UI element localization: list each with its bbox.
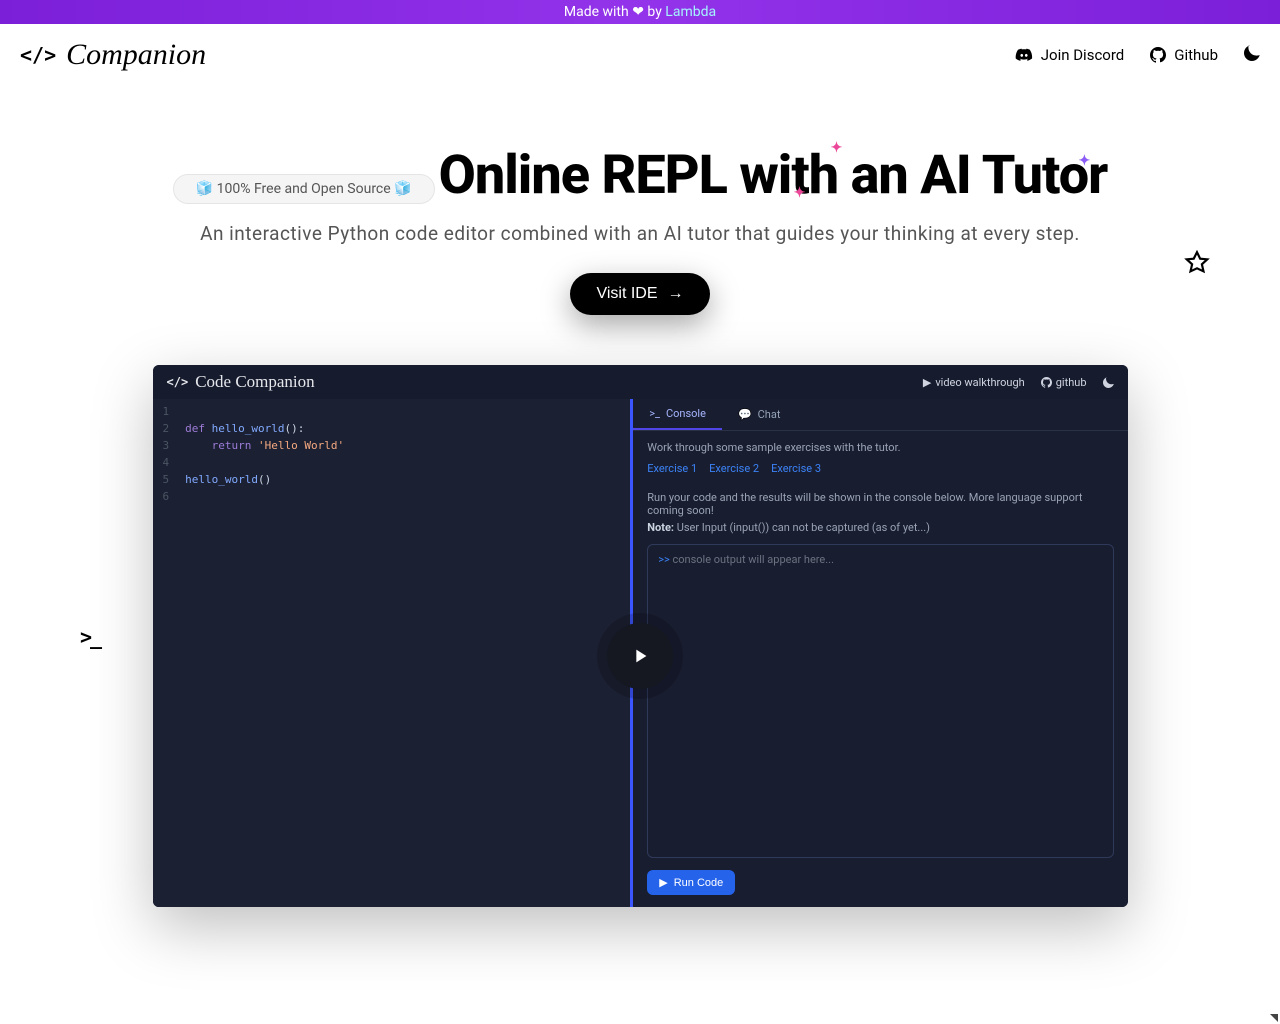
preview-github-link[interactable]: github — [1041, 376, 1087, 389]
theme-toggle[interactable] — [1244, 45, 1260, 65]
app-preview: </> Code Companion ▶ video walkthrough g… — [153, 365, 1128, 907]
panel-tabs: >_Console 💬Chat — [633, 399, 1127, 431]
brand-text: Companion — [66, 38, 206, 72]
hero: 🧊 100% Free and Open Source 🧊 Online REP… — [0, 86, 1280, 335]
discord-label: Join Discord — [1041, 46, 1125, 64]
cta-label: Visit IDE — [596, 285, 657, 303]
banner-link[interactable]: Lambda — [665, 4, 716, 20]
console-description: Run your code and the results will be sh… — [647, 491, 1113, 517]
tab-console[interactable]: >_Console — [633, 399, 722, 430]
arrow-right-icon: → — [668, 285, 684, 303]
console-output: >> console output will appear here... — [647, 544, 1113, 858]
exercise-hint: Work through some sample exercises with … — [647, 441, 1113, 454]
subheadline: An interactive Python code editor combin… — [20, 222, 1260, 245]
exercise-1-link[interactable]: Exercise 1 — [647, 462, 697, 475]
nav-right: Join Discord Github — [1015, 45, 1260, 65]
prompt-decor-icon: >_ — [80, 625, 100, 649]
console-note: Note: User Input (input()) can not be ca… — [647, 521, 1113, 534]
brand[interactable]: </> Companion — [20, 38, 206, 72]
github-icon — [1150, 47, 1166, 63]
banner-prefix: Made with — [564, 4, 632, 20]
scroll-indicator-icon — [1270, 1014, 1278, 1022]
discord-link[interactable]: Join Discord — [1015, 46, 1125, 64]
chat-icon: 💬 — [738, 408, 752, 421]
banner-by: by — [644, 4, 665, 20]
preview-brand-text: Code Companion — [195, 372, 314, 392]
moon-icon — [1244, 45, 1260, 61]
line-gutter: 123456 — [153, 399, 178, 907]
run-code-button[interactable]: ▶Run Code — [647, 870, 735, 895]
discord-icon — [1015, 48, 1033, 62]
navbar: </> Companion Join Discord Github — [0, 24, 1280, 86]
code-icon: </> — [20, 43, 56, 67]
tab-chat[interactable]: 💬Chat — [722, 399, 797, 430]
star-decor-icon — [1184, 250, 1210, 280]
code-icon: </> — [167, 375, 189, 389]
badge-pill: 🧊 100% Free and Open Source 🧊 — [173, 174, 435, 204]
exercise-3-link[interactable]: Exercise 3 — [771, 462, 821, 475]
panel-inner: Work through some sample exercises with … — [633, 431, 1127, 907]
headline: Online REPL with an AI Tutor ✦ ✦ ✦ — [439, 146, 1108, 205]
preview-topbar: </> Code Companion ▶ video walkthrough g… — [153, 365, 1128, 399]
play-icon — [629, 645, 651, 667]
preview-brand: </> Code Companion — [167, 372, 315, 392]
github-label: Github — [1174, 46, 1218, 64]
heart-icon: ❤ — [632, 4, 644, 20]
exercise-links: Exercise 1 Exercise 2 Exercise 3 — [647, 462, 1113, 475]
play-video-button[interactable] — [607, 623, 673, 689]
top-banner: Made with ❤ by Lambda — [0, 0, 1280, 24]
github-link[interactable]: Github — [1150, 46, 1218, 64]
visit-ide-button[interactable]: Visit IDE → — [570, 273, 709, 315]
preview-links: ▶ video walkthrough github — [923, 376, 1114, 389]
code-editor[interactable]: 123456 def hello_world(): return 'Hello … — [153, 399, 631, 907]
preview-theme-toggle[interactable] — [1103, 377, 1114, 388]
right-panel: >_Console 💬Chat Work through some sample… — [633, 399, 1127, 907]
code-content: def hello_world(): return 'Hello World' … — [177, 399, 352, 907]
terminal-icon: >_ — [649, 407, 660, 420]
headline-text: Online REPL with an AI Tutor — [439, 144, 1108, 207]
video-walkthrough-link[interactable]: ▶ video walkthrough — [923, 376, 1025, 389]
github-icon — [1041, 377, 1052, 388]
moon-icon — [1103, 377, 1114, 388]
play-icon: ▶ — [659, 876, 667, 889]
exercise-2-link[interactable]: Exercise 2 — [709, 462, 759, 475]
